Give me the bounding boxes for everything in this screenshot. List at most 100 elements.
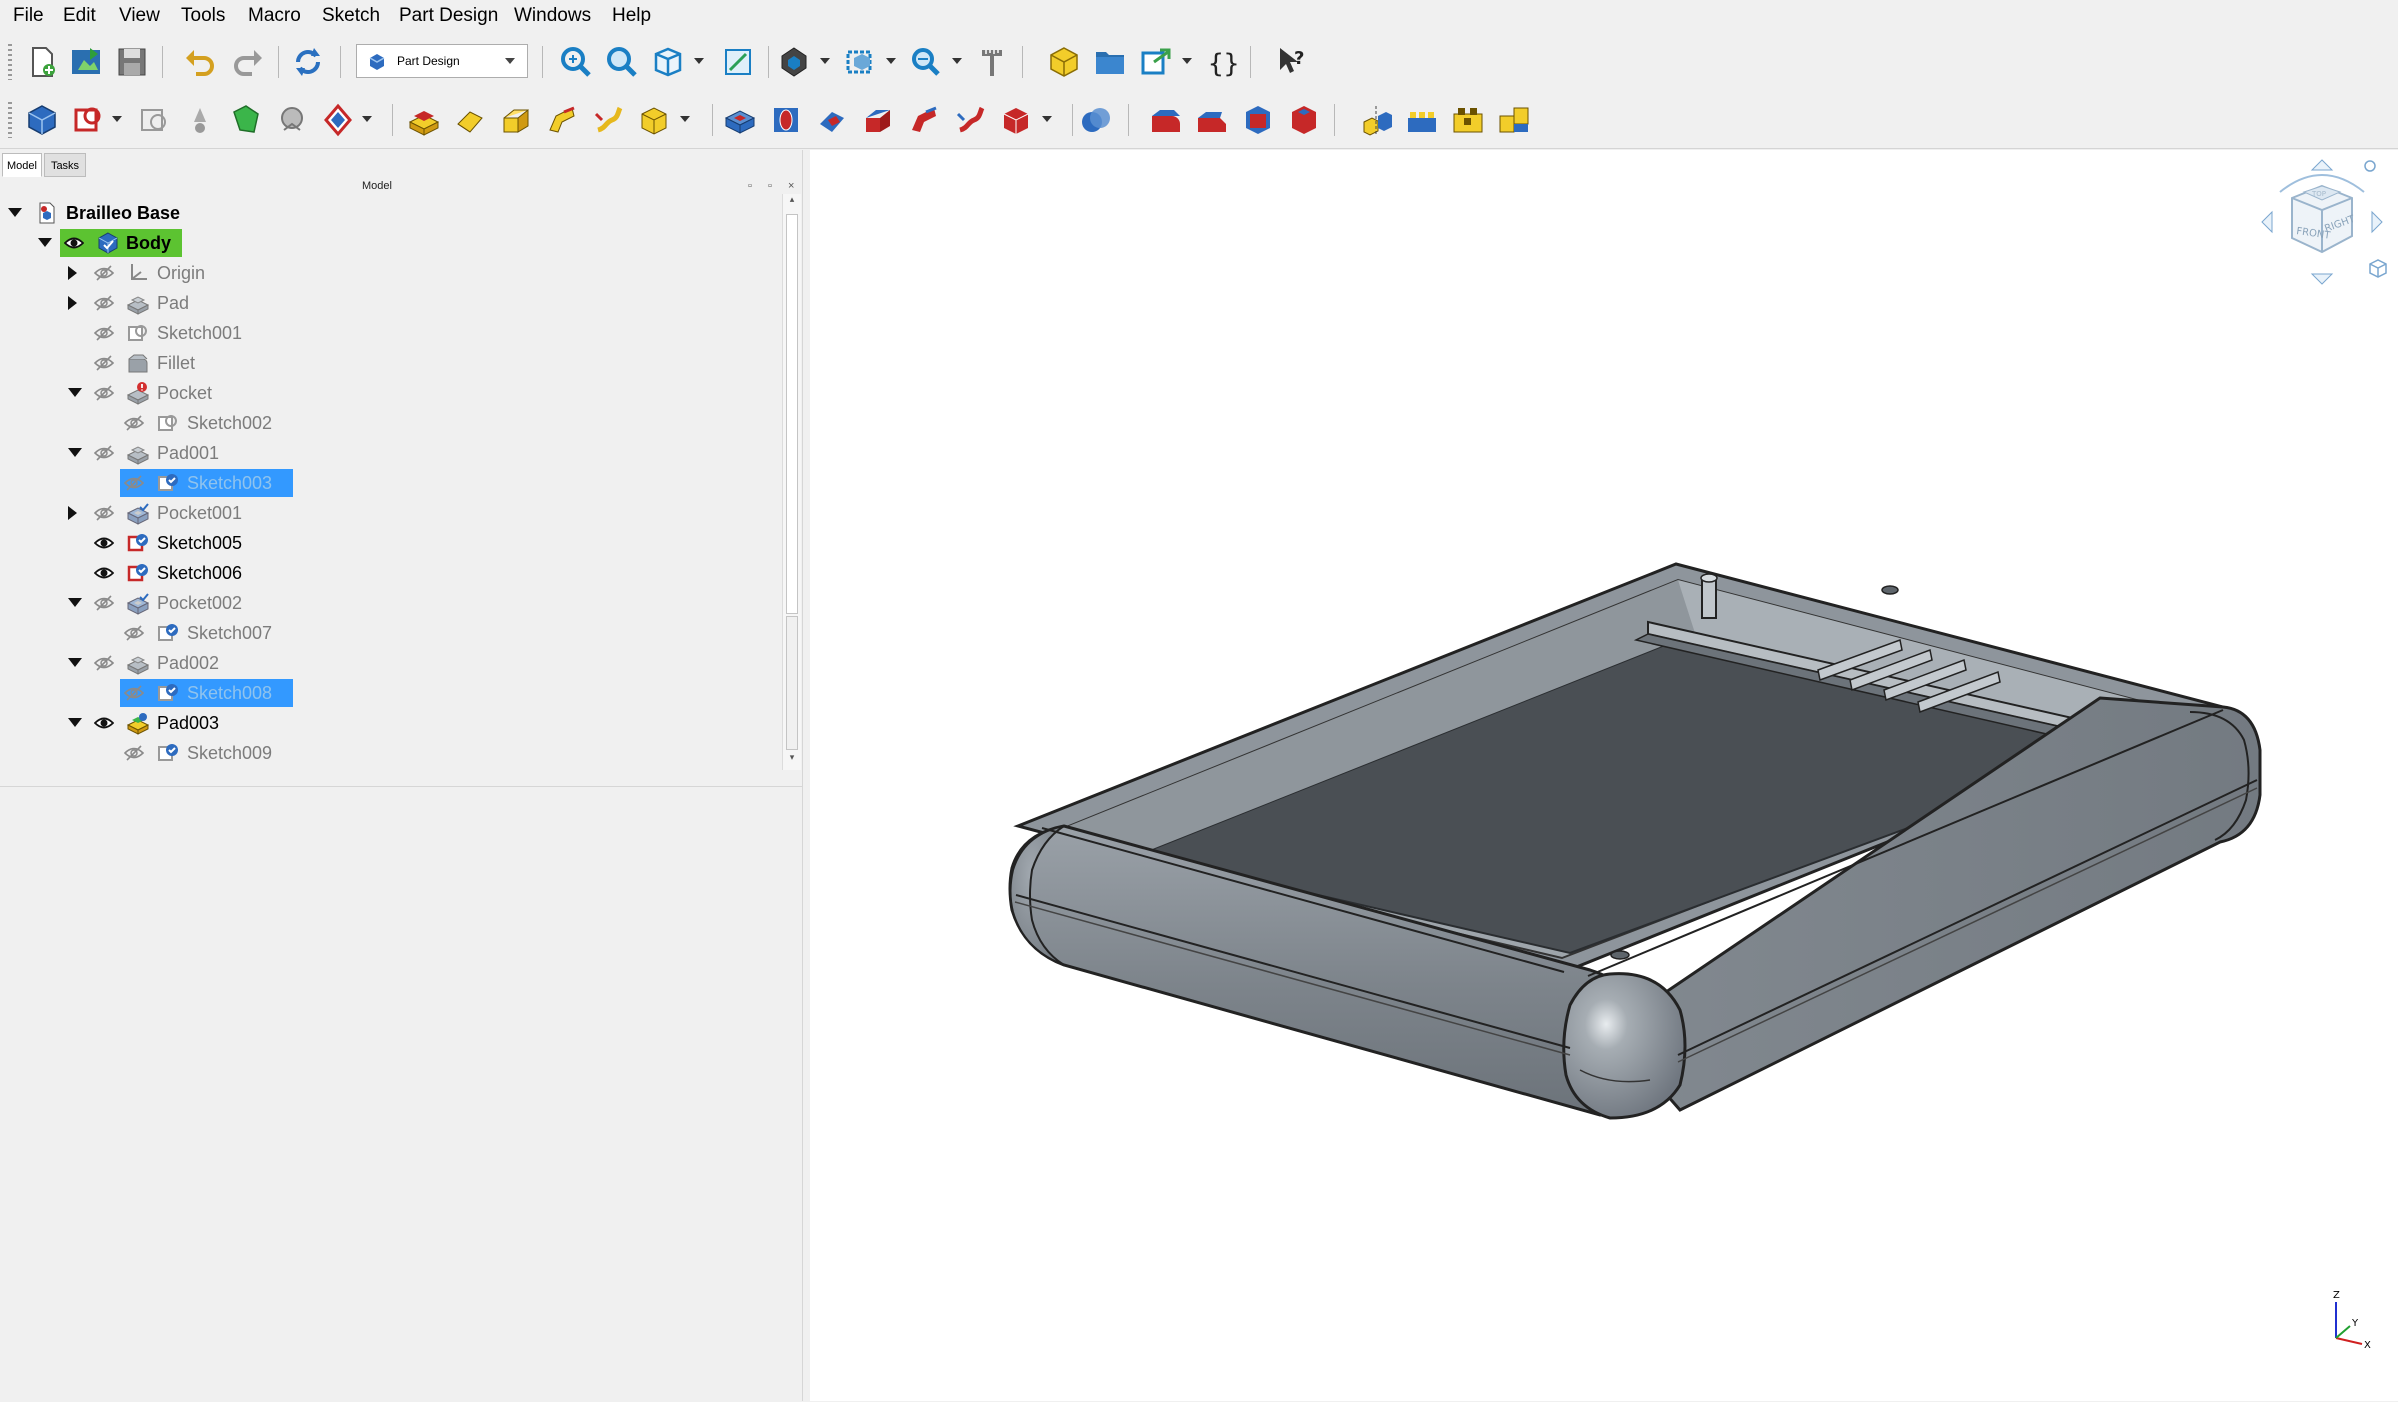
thickness-icon[interactable] xyxy=(1286,102,1322,138)
scroll-track[interactable] xyxy=(786,214,798,614)
eye-hidden-icon[interactable] xyxy=(123,623,145,643)
scroll-thumb[interactable] xyxy=(786,616,798,750)
groove-icon[interactable] xyxy=(814,102,850,138)
menu-edit[interactable]: Edit xyxy=(63,4,96,28)
hole-icon[interactable] xyxy=(768,102,804,138)
refresh-icon[interactable] xyxy=(290,44,326,80)
eye-hidden-icon[interactable] xyxy=(93,503,115,523)
menu-macro[interactable]: Macro xyxy=(248,4,301,28)
tree-item[interactable]: Origin xyxy=(0,258,780,288)
menu-sketch[interactable]: Sketch xyxy=(322,4,380,28)
boolean-icon[interactable] xyxy=(1078,102,1114,138)
eye-hidden-icon[interactable] xyxy=(93,293,115,313)
eye-hidden-icon[interactable] xyxy=(93,353,115,373)
undo-icon[interactable] xyxy=(182,44,218,80)
fillet-icon[interactable] xyxy=(1148,102,1184,138)
revolution-icon[interactable] xyxy=(452,102,488,138)
collapse-arrow-icon[interactable] xyxy=(38,238,52,247)
tree-item[interactable]: Sketch006 xyxy=(0,558,780,588)
eye-icon[interactable] xyxy=(63,233,85,253)
create-part-icon[interactable] xyxy=(1046,44,1082,80)
tree-item[interactable]: Pad001 xyxy=(0,438,780,468)
clone-icon[interactable] xyxy=(320,102,356,138)
bounding-box-icon[interactable] xyxy=(842,44,878,80)
eye-hidden-icon[interactable] xyxy=(93,653,115,673)
eye-hidden-icon[interactable] xyxy=(93,383,115,403)
menu-tools[interactable]: Tools xyxy=(181,4,225,28)
linear-pattern-icon[interactable] xyxy=(1404,102,1440,138)
validate-sketch-icon[interactable] xyxy=(136,102,172,138)
tree-item[interactable]: Pocket001 xyxy=(0,498,780,528)
collapse-arrow-icon[interactable] xyxy=(68,718,82,727)
menu-view[interactable]: View xyxy=(119,4,160,28)
create-link-icon[interactable] xyxy=(1138,44,1174,80)
expand-arrow-icon[interactable] xyxy=(68,296,77,310)
tree-item[interactable]: Pad002 xyxy=(0,648,780,678)
tree-item[interactable]: Pocket002 xyxy=(0,588,780,618)
pad-icon[interactable] xyxy=(406,102,442,138)
pocket-icon[interactable] xyxy=(722,102,758,138)
menu-part-design[interactable]: Part Design xyxy=(399,4,498,28)
shape-binder-icon[interactable] xyxy=(274,102,310,138)
collapse-arrow-icon[interactable] xyxy=(68,388,82,397)
float-panel-icon[interactable]: ▫ xyxy=(748,180,752,192)
tree-scrollbar[interactable]: ▴ ▾ xyxy=(782,194,801,770)
navigation-cube[interactable]: FRONT RIGHT TOP xyxy=(2252,152,2392,292)
tree-item[interactable]: Pad xyxy=(0,288,780,318)
eye-hidden-icon[interactable] xyxy=(93,323,115,343)
whats-this-icon[interactable]: ? xyxy=(1274,44,1310,80)
scroll-up-icon[interactable]: ▴ xyxy=(783,194,801,210)
open-document-icon[interactable] xyxy=(68,44,104,80)
draft-icon[interactable] xyxy=(1240,102,1276,138)
subtractive-loft-icon[interactable] xyxy=(860,102,896,138)
subtractive-primitive-icon[interactable] xyxy=(998,102,1034,138)
polar-pattern-icon[interactable] xyxy=(1450,102,1486,138)
menu-file[interactable]: File xyxy=(13,4,44,28)
tree-item[interactable]: Sketch007 xyxy=(0,618,780,648)
tree-item[interactable]: Sketch009 xyxy=(0,738,780,768)
tree-item[interactable]: Fillet xyxy=(0,348,780,378)
menu-windows[interactable]: Windows xyxy=(514,4,591,28)
tree-item[interactable]: Sketch008 xyxy=(0,678,780,708)
create-sketch-icon[interactable] xyxy=(70,102,106,138)
additive-pipe-icon[interactable] xyxy=(544,102,580,138)
collapse-arrow-icon[interactable] xyxy=(68,658,82,667)
additive-loft-icon[interactable] xyxy=(498,102,534,138)
tree-item[interactable]: Sketch003 xyxy=(0,468,780,498)
tree-item[interactable]: Pad003 xyxy=(0,708,780,738)
multitransform-icon[interactable] xyxy=(1496,102,1532,138)
variable-set-icon[interactable]: {} xyxy=(1204,44,1240,80)
eye-icon[interactable] xyxy=(93,563,115,583)
expand-arrow-icon[interactable] xyxy=(68,506,77,520)
eye-hidden-icon[interactable] xyxy=(93,593,115,613)
redo-icon[interactable] xyxy=(230,44,266,80)
model-tree[interactable]: Brailleo Base Body Origin Pad Sketch001 Fille… xyxy=(0,194,780,770)
save-document-icon[interactable] xyxy=(114,44,150,80)
tree-item[interactable]: Sketch002 xyxy=(0,408,780,438)
measure-icon[interactable] xyxy=(974,44,1010,80)
fit-all-icon[interactable] xyxy=(558,44,594,80)
eye-hidden-icon[interactable] xyxy=(123,743,145,763)
collapse-arrow-icon[interactable] xyxy=(8,208,22,217)
tree-item[interactable]: Pocket xyxy=(0,378,780,408)
fit-selection-icon[interactable] xyxy=(604,44,640,80)
toolbar-grip[interactable] xyxy=(8,44,12,80)
workbench-selector[interactable]: Part Design xyxy=(356,44,528,78)
draw-style-icon[interactable] xyxy=(776,44,812,80)
tab-model[interactable]: Model xyxy=(2,153,42,177)
scroll-down-icon[interactable]: ▾ xyxy=(783,752,801,768)
eye-icon[interactable] xyxy=(93,713,115,733)
menu-help[interactable]: Help xyxy=(612,4,651,28)
sketch-view-icon[interactable] xyxy=(720,44,756,80)
eye-hidden-icon[interactable] xyxy=(123,683,145,703)
tree-item[interactable]: Brailleo Base xyxy=(0,198,780,228)
new-document-icon[interactable] xyxy=(24,44,60,80)
brailleo-base-model[interactable] xyxy=(1008,562,2262,1120)
measure-zoom-icon[interactable] xyxy=(908,44,944,80)
tree-item[interactable]: Body xyxy=(0,228,780,258)
eye-hidden-icon[interactable] xyxy=(93,263,115,283)
create-datum-point-icon[interactable] xyxy=(182,102,218,138)
3d-viewport[interactable]: FRONT RIGHT TOP Z Y X xyxy=(810,150,2398,1401)
subtractive-helix-icon[interactable] xyxy=(952,102,988,138)
additive-helix-icon[interactable] xyxy=(590,102,626,138)
